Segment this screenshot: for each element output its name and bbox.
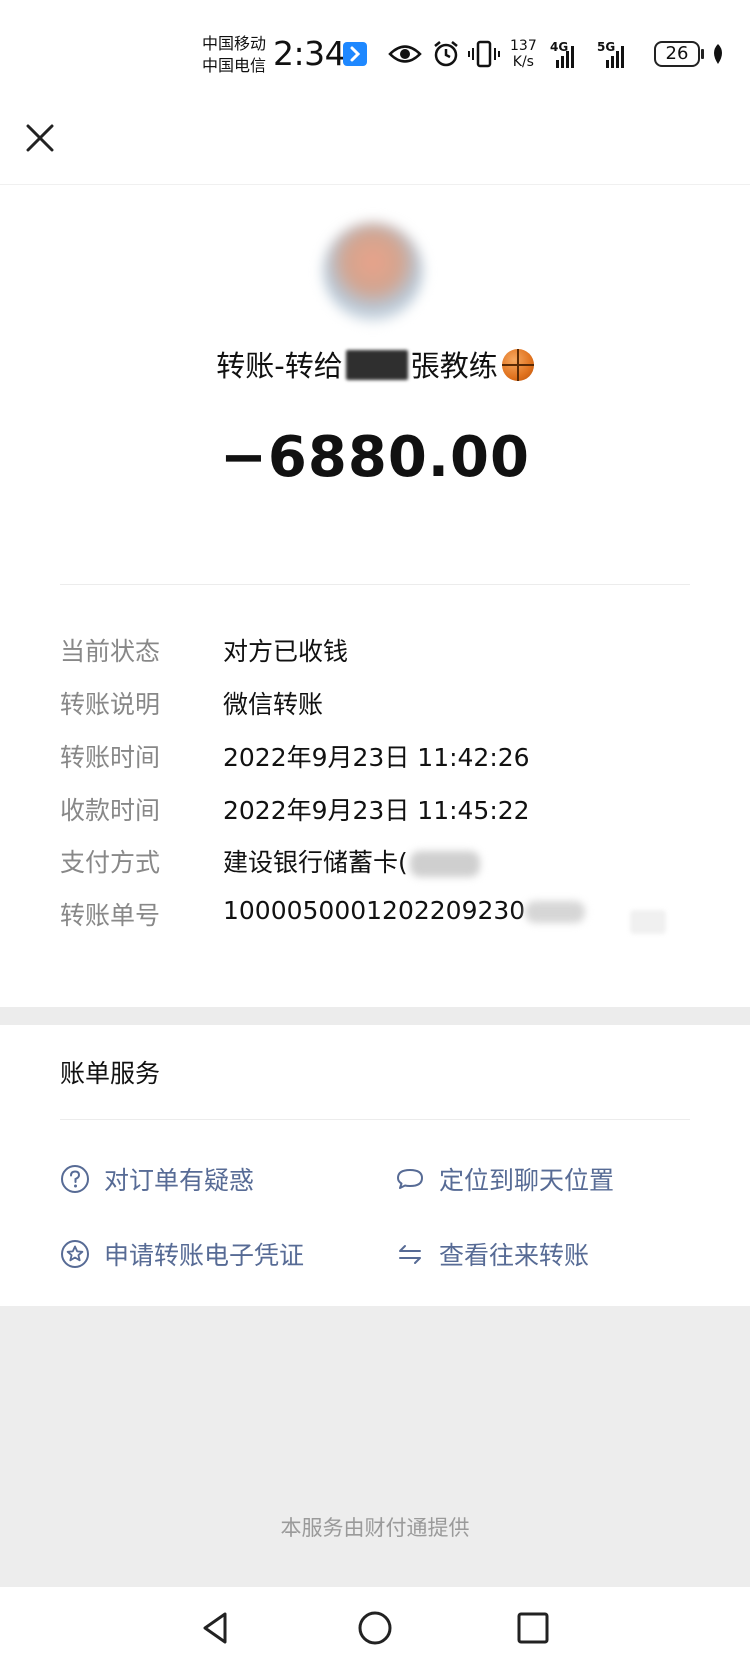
- basketball-emoji-icon: [501, 349, 534, 381]
- close-button[interactable]: [20, 118, 60, 158]
- detail-value: 微信转账: [223, 690, 324, 719]
- status-bar: 中国移动 中国电信 2:34 137 K/s 4G 5G 26: [0, 0, 750, 110]
- home-circle-icon: [358, 1611, 392, 1645]
- services-divider: [60, 1119, 690, 1120]
- back-triangle-icon: [203, 1612, 227, 1644]
- back-button[interactable]: [195, 1608, 235, 1648]
- detail-value: 对方已收钱: [223, 637, 349, 666]
- detail-label: 收款时间: [60, 796, 161, 825]
- services-title: 账单服务: [60, 1059, 161, 1088]
- detail-row-status: 当前状态 对方已收钱: [60, 632, 710, 672]
- app-notification-icon: [343, 42, 367, 66]
- detail-label: 转账单号: [60, 901, 161, 930]
- alarm-icon: [434, 41, 458, 67]
- battery-icon: 26: [654, 41, 700, 67]
- detail-label: 支付方式: [60, 848, 161, 877]
- redacted-name: [345, 350, 408, 380]
- amount-divider: [60, 584, 690, 585]
- detail-label: 当前状态: [60, 637, 161, 666]
- detail-row-note: 转账说明 微信转账: [60, 685, 710, 725]
- detail-label: 转账时间: [60, 743, 161, 772]
- detail-row-receive-time: 收款时间 2022年9月23日 11:45:22: [60, 791, 710, 831]
- transfer-title-suffix: 張教练: [410, 349, 498, 383]
- detail-value: 2022年9月23日 11:42:26: [223, 743, 530, 772]
- transfer-amount: −6880.00: [220, 425, 530, 490]
- transfer-title-prefix: 转账-转给: [216, 349, 343, 383]
- carrier-2: 中国电信: [202, 56, 267, 75]
- status-time: 2:34: [273, 34, 346, 73]
- payment-method-text: 建设银行储蓄卡(: [223, 848, 408, 877]
- leaf-icon: [714, 44, 722, 64]
- e-receipt-link[interactable]: 申请转账电子凭证: [60, 1234, 304, 1274]
- section-separator: [0, 1007, 750, 1025]
- detail-value: 建设银行储蓄卡(: [223, 843, 480, 879]
- e-receipt-label: 申请转账电子凭证: [104, 1241, 305, 1270]
- carrier-1: 中国移动: [202, 34, 267, 53]
- net-speed-value: 137: [510, 38, 537, 54]
- redacted-mark: [630, 910, 666, 934]
- order-question-link[interactable]: 对订单有疑惑: [60, 1159, 254, 1199]
- redacted-card-number: [409, 851, 480, 877]
- recents-button[interactable]: [513, 1608, 553, 1648]
- detail-label: 转账说明: [60, 690, 161, 719]
- detail-row-payment-method: 支付方式 建设银行储蓄卡(: [60, 843, 710, 883]
- signal-bars-2-icon: [606, 44, 624, 68]
- net-speed-unit: K/s: [512, 54, 534, 70]
- exchange-arrows-icon: [399, 1245, 421, 1264]
- transfer-history-link[interactable]: 查看往来转账: [395, 1234, 589, 1274]
- chat-bubble-icon: [397, 1169, 423, 1189]
- home-button[interactable]: [355, 1608, 395, 1648]
- signal-bars-1-icon: [556, 44, 574, 68]
- header-divider: [0, 184, 750, 185]
- order-number-text: 1000050001202209230: [223, 896, 526, 925]
- transfer-title: 转账-转给 張教练: [0, 343, 750, 385]
- vibrate-icon: [468, 40, 500, 68]
- locate-chat-link[interactable]: 定位到聊天位置: [395, 1159, 614, 1199]
- battery-tip: [701, 49, 704, 59]
- detail-value: 1000050001202209230: [223, 896, 586, 925]
- question-circle-icon: [61, 1165, 89, 1193]
- redacted-order-number: [525, 901, 586, 923]
- transfer-history-label: 查看往来转账: [439, 1241, 590, 1270]
- eye-icon: [388, 45, 422, 63]
- provider-footer-text: 本服务由财付通提供: [280, 1516, 470, 1540]
- carrier-names: 中国移动 中国电信: [202, 33, 266, 77]
- close-icon: [26, 124, 54, 152]
- network-speed: 137 K/s: [510, 38, 537, 70]
- detail-row-transfer-time: 转账时间 2022年9月23日 11:42:26: [60, 738, 710, 778]
- recents-square-icon: [517, 1612, 549, 1644]
- payee-avatar[interactable]: [323, 222, 423, 322]
- footer-area: [0, 1306, 750, 1587]
- detail-value: 2022年9月23日 11:45:22: [223, 796, 530, 825]
- star-circle-icon: [61, 1240, 89, 1268]
- locate-chat-label: 定位到聊天位置: [439, 1166, 615, 1195]
- order-question-label: 对订单有疑惑: [104, 1166, 255, 1195]
- detail-row-order-number: 转账单号 1000050001202209230: [60, 896, 710, 936]
